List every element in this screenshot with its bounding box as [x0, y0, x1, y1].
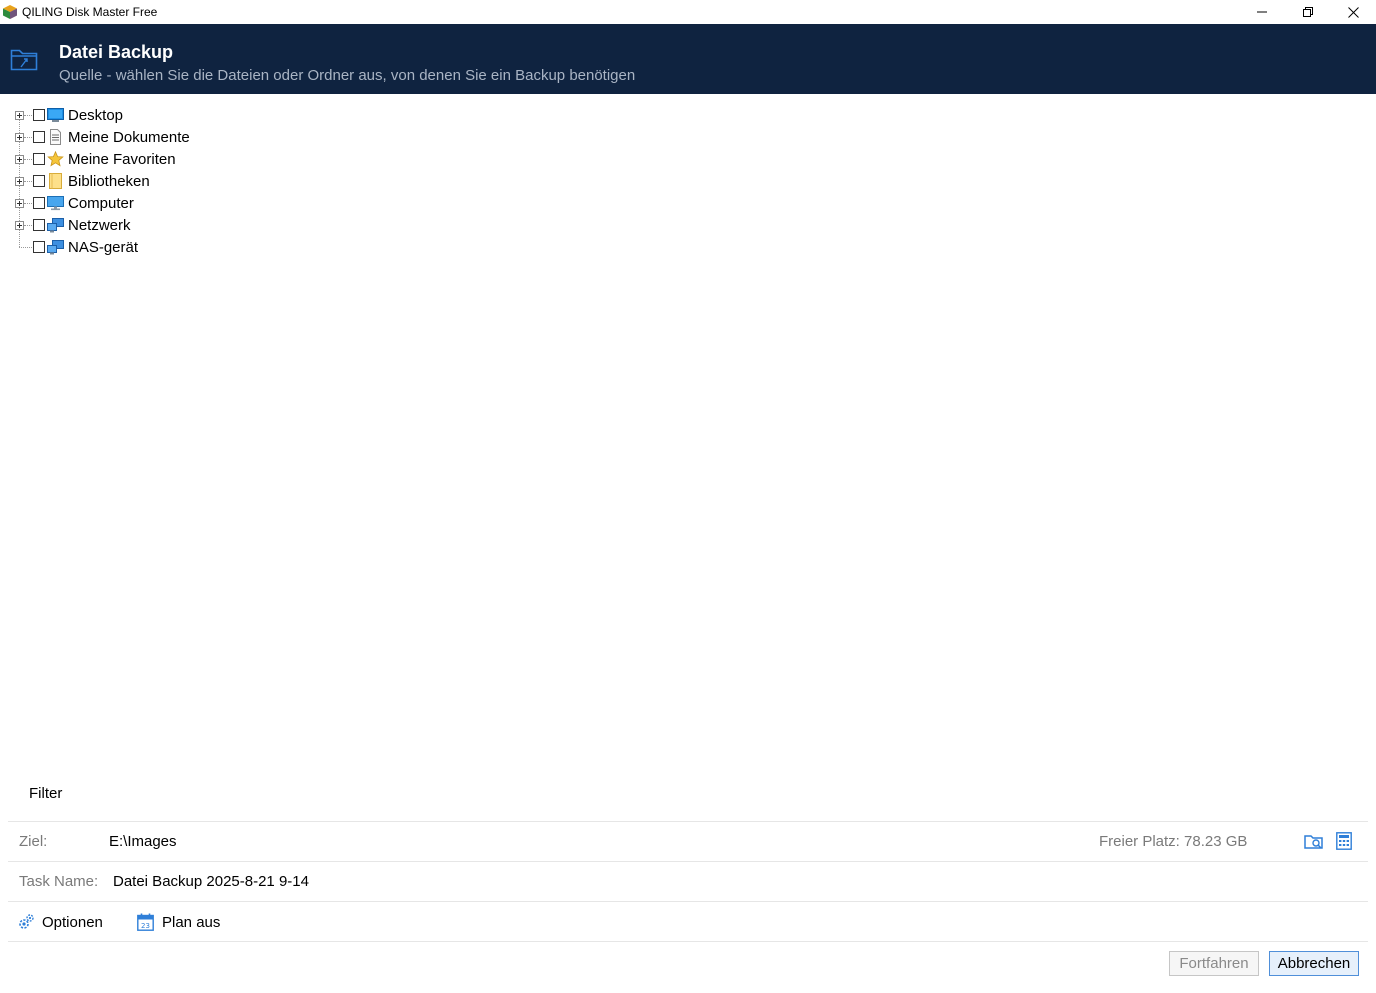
tree-item-my-documents[interactable]: Meine Dokumente: [0, 126, 600, 148]
svg-text:23: 23: [141, 922, 150, 930]
title-bar: QILING Disk Master Free: [0, 0, 1376, 24]
gear-icon: [19, 914, 34, 929]
expand-toggle[interactable]: [15, 133, 24, 142]
expand-toggle[interactable]: [15, 111, 24, 120]
folder-backup-icon: [10, 49, 38, 71]
close-icon: [1347, 6, 1359, 18]
options-button[interactable]: Optionen: [17, 911, 103, 933]
cancel-button[interactable]: Abbrechen: [1269, 951, 1359, 976]
tree-item-nas[interactable]: NAS-gerät: [0, 236, 600, 258]
star-icon: [47, 151, 64, 167]
divider: [8, 861, 1368, 862]
tree-item-computer[interactable]: Computer: [0, 192, 600, 214]
divider: [8, 821, 1368, 822]
divider: [8, 901, 1368, 902]
network-icon: [47, 218, 64, 233]
destination-path[interactable]: E:\Images: [109, 833, 177, 850]
tree-item-label: Desktop: [68, 107, 124, 124]
divider: [8, 941, 1368, 942]
expand-toggle[interactable]: [15, 199, 24, 208]
window-title: QILING Disk Master Free: [22, 5, 158, 19]
tree-item-label: Meine Favoriten: [68, 151, 176, 168]
tree-item-favorites[interactable]: Meine Favoriten: [0, 148, 600, 170]
tree-item-label: Netzwerk: [68, 217, 131, 234]
schedule-label: Plan aus: [162, 913, 221, 931]
tree-item-label: Meine Dokumente: [68, 129, 190, 146]
calculator-icon[interactable]: [1336, 832, 1352, 850]
page-header: Datei Backup Quelle - wählen Sie die Dat…: [0, 24, 1376, 94]
tree-checkbox[interactable]: [33, 109, 45, 121]
tree-item-label: Bibliotheken: [68, 173, 150, 190]
app-logo-icon: [3, 5, 17, 19]
free-space-text: Freier Platz: 78.23 GB: [1099, 833, 1248, 850]
tree-item-libraries[interactable]: Bibliotheken: [0, 170, 600, 192]
calendar-icon: 23: [137, 913, 154, 931]
task-name-label: Task Name:: [19, 873, 99, 890]
tree-item-network[interactable]: Netzwerk: [0, 214, 600, 236]
minimize-icon: [1257, 11, 1267, 13]
tree-checkbox[interactable]: [33, 219, 45, 231]
restore-button[interactable]: [1285, 0, 1331, 24]
desktop-icon: [47, 108, 64, 122]
minimize-button[interactable]: [1239, 0, 1285, 24]
page-title: Datei Backup: [59, 42, 174, 62]
tree-checkbox[interactable]: [33, 175, 45, 187]
page-subtitle: Quelle - wählen Sie die Dateien oder Ord…: [59, 67, 636, 84]
browse-destination-icon[interactable]: [1304, 832, 1324, 850]
folder-icon: [49, 173, 62, 189]
expand-toggle[interactable]: [15, 221, 24, 230]
expand-toggle[interactable]: [15, 155, 24, 164]
nas-icon: [47, 240, 64, 255]
schedule-button[interactable]: 23 Plan aus: [137, 911, 220, 933]
tree-checkbox[interactable]: [33, 197, 45, 209]
filter-link[interactable]: Filter: [29, 785, 62, 802]
tree-checkbox[interactable]: [33, 131, 45, 143]
tree-item-desktop[interactable]: Desktop: [0, 104, 600, 126]
destination-label: Ziel:: [19, 833, 48, 850]
close-button[interactable]: [1330, 0, 1376, 24]
tree-checkbox[interactable]: [33, 153, 45, 165]
tree-item-label: NAS-gerät: [68, 239, 139, 256]
tree-item-label: Computer: [68, 195, 134, 212]
document-icon: [50, 129, 61, 145]
tree-checkbox[interactable]: [33, 241, 45, 253]
continue-button[interactable]: Fortfahren: [1169, 951, 1259, 976]
task-name-field[interactable]: Datei Backup 2025-8-21 9-14: [113, 873, 309, 890]
computer-icon: [47, 196, 64, 211]
options-label: Optionen: [42, 913, 103, 931]
restore-icon: [1303, 7, 1313, 17]
expand-toggle[interactable]: [15, 177, 24, 186]
